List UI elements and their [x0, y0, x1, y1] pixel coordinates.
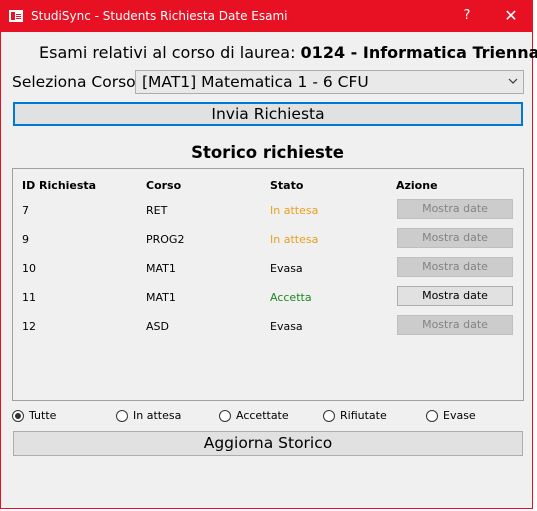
app-icon	[9, 10, 23, 22]
degree-header: Esami relativi al corso di laurea: 0124 …	[39, 43, 537, 62]
row-status: Evasa	[270, 262, 303, 275]
row-id: 11	[22, 291, 36, 304]
degree-header-prefix: Esami relativi al corso di laurea:	[39, 43, 301, 62]
degree-name: Informatica Triennale	[362, 43, 537, 62]
row-course: MAT1	[146, 262, 176, 275]
radio-checked-icon	[12, 410, 24, 422]
row-course: MAT1	[146, 291, 176, 304]
row-course: PROG2	[146, 233, 185, 246]
show-dates-button: Mostra date	[397, 228, 513, 248]
filter-label: Rifiutate	[340, 409, 387, 422]
filter-label: Tutte	[29, 409, 57, 422]
row-id: 10	[22, 262, 36, 275]
row-status: In attesa	[270, 233, 319, 246]
app-window: StudiSync - Students Richiesta Date Esam…	[0, 0, 537, 509]
column-header-id: ID Richiesta	[22, 179, 97, 192]
radio-unchecked-icon	[426, 410, 438, 422]
row-id: 12	[22, 320, 36, 333]
radio-unchecked-icon	[116, 410, 128, 422]
row-status: In attesa	[270, 204, 319, 217]
show-dates-button[interactable]: Mostra date	[397, 286, 513, 306]
row-status: Accetta	[270, 291, 312, 304]
row-course: ASD	[146, 320, 169, 333]
radio-unchecked-icon	[323, 410, 335, 422]
refresh-history-button[interactable]: Aggiorna Storico	[13, 431, 523, 456]
window-title: StudiSync - Students Richiesta Date Esam…	[31, 9, 288, 23]
row-id: 7	[22, 204, 29, 217]
history-table: ID Richiesta Corso Stato Azione 7 RET In…	[12, 168, 524, 401]
row-status: Evasa	[270, 320, 303, 333]
filter-label: Accettate	[236, 409, 289, 422]
title-bar[interactable]: StudiSync - Students Richiesta Date Esam…	[1, 1, 532, 32]
column-header-course: Corso	[146, 179, 182, 192]
column-header-status: Stato	[270, 179, 304, 192]
close-button[interactable]: ✕	[501, 6, 521, 26]
degree-separator: -	[345, 43, 363, 62]
row-course: RET	[146, 204, 168, 217]
row-id: 9	[22, 233, 29, 246]
show-dates-button: Mostra date	[397, 199, 513, 219]
show-dates-button: Mostra date	[397, 315, 513, 335]
show-dates-button: Mostra date	[397, 257, 513, 277]
send-request-button[interactable]: Invia Richiesta	[13, 102, 523, 126]
course-select-value: [MAT1] Matematica 1 - 6 CFU	[142, 73, 369, 91]
help-button[interactable]: ?	[457, 6, 477, 26]
filter-label: In attesa	[133, 409, 182, 422]
radio-unchecked-icon	[219, 410, 231, 422]
course-select-label: Seleziona Corso:	[12, 73, 141, 91]
chevron-down-icon	[508, 78, 518, 84]
course-select[interactable]: [MAT1] Matematica 1 - 6 CFU	[135, 70, 524, 94]
column-header-action: Azione	[396, 179, 438, 192]
filter-label: Evase	[443, 409, 476, 422]
history-title: Storico richieste	[191, 143, 344, 162]
degree-code: 0124	[300, 43, 346, 62]
